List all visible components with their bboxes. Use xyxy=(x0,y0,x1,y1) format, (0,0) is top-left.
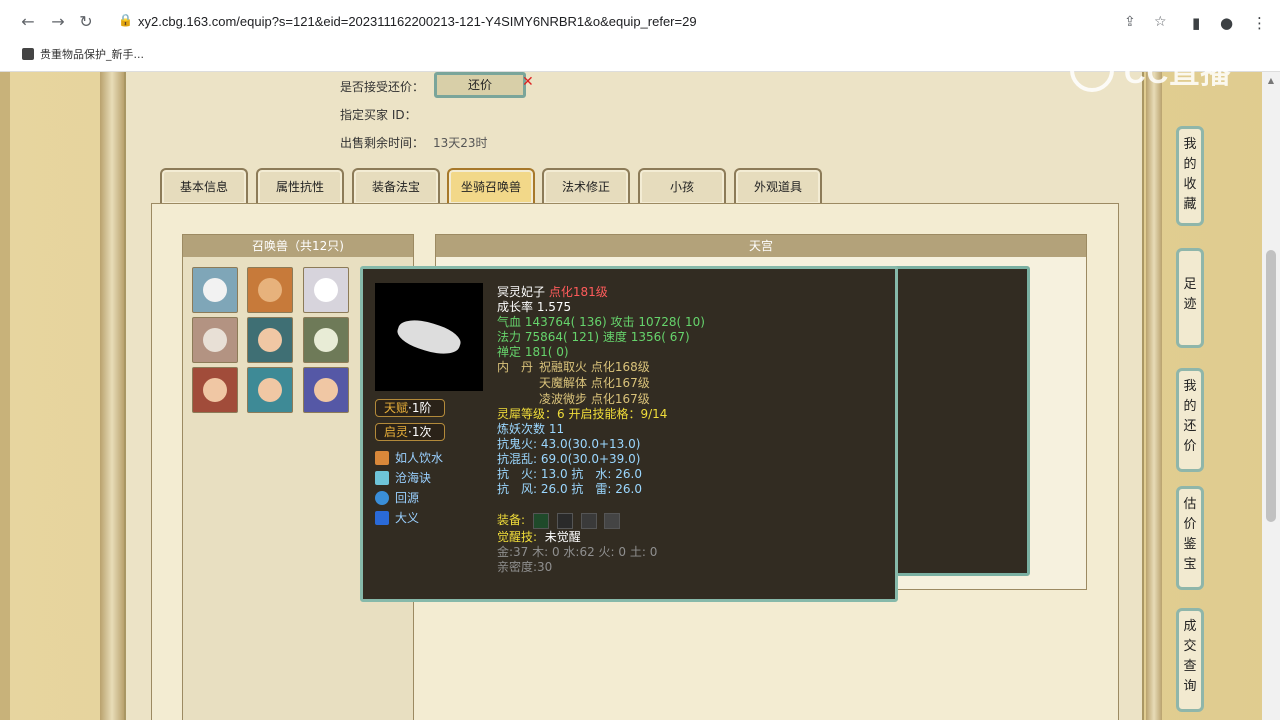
page: CC直播 是否接受还价： 还价 ✕ 指定买家 ID： 出售剩余时间： 13天23… xyxy=(0,48,1280,720)
neidan-item: 祝融取火 点化168级 xyxy=(539,360,650,374)
address-bar[interactable]: 🔒 xy2.cbg.163.com/equip?s=121&eid=202311… xyxy=(104,8,1184,36)
talent-badge: 天赋·1阶 xyxy=(375,399,445,417)
left-pillar xyxy=(100,72,124,720)
remaining-time-label: 出售剩余时间： xyxy=(340,136,425,150)
skill-icon xyxy=(375,510,389,525)
watermark: CC直播 xyxy=(1124,57,1232,90)
left-decor xyxy=(0,72,10,720)
reload-icon[interactable]: ↻ xyxy=(76,12,96,32)
skill-item[interactable]: 大义 xyxy=(375,509,419,526)
pet-avatar[interactable] xyxy=(303,367,349,413)
kang-wind-thunder: 抗 风: 26.0 抗 雷: 26.0 xyxy=(497,482,642,496)
skill-item[interactable]: 沧海诀 xyxy=(375,469,431,486)
tab-spells[interactable]: 法术修正 xyxy=(542,168,630,204)
counter-offer-button[interactable]: 还价 xyxy=(434,72,526,98)
buyer-id-label: 指定买家 ID： xyxy=(340,108,417,122)
accept-counter-label: 是否接受还价： xyxy=(340,80,425,94)
lingxi-label: 灵犀等级： xyxy=(497,407,558,421)
tab-appearance[interactable]: 外观道具 xyxy=(734,168,822,204)
awaken-badge-label: 启灵 xyxy=(384,425,409,439)
awaken-badge-value: 1次 xyxy=(411,425,432,439)
skill-icon xyxy=(375,470,389,485)
pet-avatar[interactable] xyxy=(192,367,238,413)
neidan-label: 内 丹 xyxy=(497,360,534,374)
neidan-item: 天魔解体 点化167级 xyxy=(539,376,650,390)
pet-avatar[interactable] xyxy=(247,367,293,413)
pet-name: 冥灵妃子 xyxy=(497,285,546,299)
skill-label: 回源 xyxy=(395,491,420,505)
skill-item[interactable]: 如人饮水 xyxy=(375,449,443,466)
back-arrow-icon[interactable]: ← xyxy=(18,12,38,32)
lock-icon: 🔒 xyxy=(118,13,133,27)
awaken-value: 未觉醒 xyxy=(544,530,581,544)
remaining-time-value: 13天23时 xyxy=(433,136,488,150)
nav-deal-query[interactable]: 成交查询 xyxy=(1176,608,1204,712)
skill-label: 沧海诀 xyxy=(395,471,432,485)
bookmark-item[interactable]: 贵重物品保护_新手... xyxy=(22,46,144,62)
skill-icon xyxy=(375,450,389,465)
skill-icon xyxy=(375,490,389,505)
lingxi-value: 6 开启技能格：9/14 xyxy=(557,407,668,421)
scrollbar[interactable]: ▲ xyxy=(1262,72,1280,720)
close-icon: ✕ xyxy=(522,74,534,90)
right-pillar xyxy=(1146,72,1162,720)
nav-footprint[interactable]: 足迹 xyxy=(1176,248,1204,348)
pet-panel-title: 召唤兽（共12只) xyxy=(183,235,413,257)
tab-child[interactable]: 小孩 xyxy=(638,168,726,204)
talent-label: 天赋 xyxy=(384,401,409,415)
browser-toolbar: ← → ↻ 🔒 xy2.cbg.163.com/equip?s=121&eid=… xyxy=(0,4,1280,40)
watermark-logo-icon xyxy=(1070,48,1114,92)
share-icon[interactable]: ⇪ xyxy=(1124,14,1136,30)
equip-label: 装备: xyxy=(497,513,526,527)
nav-appraisal[interactable]: 估价鉴宝 xyxy=(1176,486,1204,590)
forward-arrow-icon[interactable]: → xyxy=(48,12,68,32)
bookmark-icon xyxy=(22,48,34,60)
background-popup xyxy=(880,266,1030,576)
scroll-thumb[interactable] xyxy=(1266,250,1276,522)
tab-pets[interactable]: 坐骑召唤兽 xyxy=(447,168,535,204)
profile-icon[interactable]: ● xyxy=(1220,14,1233,32)
star-icon[interactable]: ☆ xyxy=(1154,14,1167,30)
pet-avatar[interactable] xyxy=(247,317,293,363)
awaken-badge: 启灵·1次 xyxy=(375,423,445,441)
tab-attributes[interactable]: 属性抗性 xyxy=(256,168,344,204)
equip-slot-icon[interactable] xyxy=(556,512,573,529)
pet-image-icon xyxy=(394,313,464,361)
pet-tooltip: 天赋·1阶 启灵·1次 如人饮水 沧海诀 回源 大义 冥灵妃子 点化181级 成… xyxy=(360,266,898,602)
pet-avatar[interactable] xyxy=(247,267,293,313)
skill-label: 如人饮水 xyxy=(395,451,444,465)
awaken-label: 觉醒技: xyxy=(497,530,538,544)
tiangong-title: 天宫 xyxy=(436,235,1086,257)
pet-avatar[interactable] xyxy=(303,317,349,363)
equip-slot-icon[interactable] xyxy=(532,512,549,529)
url-text[interactable]: xy2.cbg.163.com/equip?s=121&eid=20231116… xyxy=(138,14,697,29)
pet-avatar[interactable] xyxy=(303,267,349,313)
menu-icon[interactable]: ⋮ xyxy=(1252,14,1267,32)
talent-value: 1阶 xyxy=(411,401,432,415)
nav-my-counter[interactable]: 我的还价 xyxy=(1176,368,1204,472)
tab-basic-info[interactable]: 基本信息 xyxy=(160,168,248,204)
pet-portrait xyxy=(375,283,483,391)
pet-avatar[interactable] xyxy=(192,317,238,363)
skill-item[interactable]: 回源 xyxy=(375,489,419,506)
bookmark-label: 贵重物品保护_新手... xyxy=(40,48,144,61)
pet-avatar[interactable] xyxy=(192,267,238,313)
intimacy: 亲密度:30 xyxy=(497,560,553,574)
equip-slot-icon[interactable] xyxy=(604,512,621,529)
nav-my-favorites[interactable]: 我的收藏 xyxy=(1176,126,1204,226)
sidepanel-icon[interactable]: ▮ xyxy=(1192,14,1200,32)
scroll-up-icon[interactable]: ▲ xyxy=(1266,76,1276,86)
tab-equipment[interactable]: 装备法宝 xyxy=(352,168,440,204)
equip-slot-icon[interactable] xyxy=(580,512,597,529)
skill-label: 大义 xyxy=(395,511,420,525)
pet-level: 点化181级 xyxy=(548,285,608,299)
